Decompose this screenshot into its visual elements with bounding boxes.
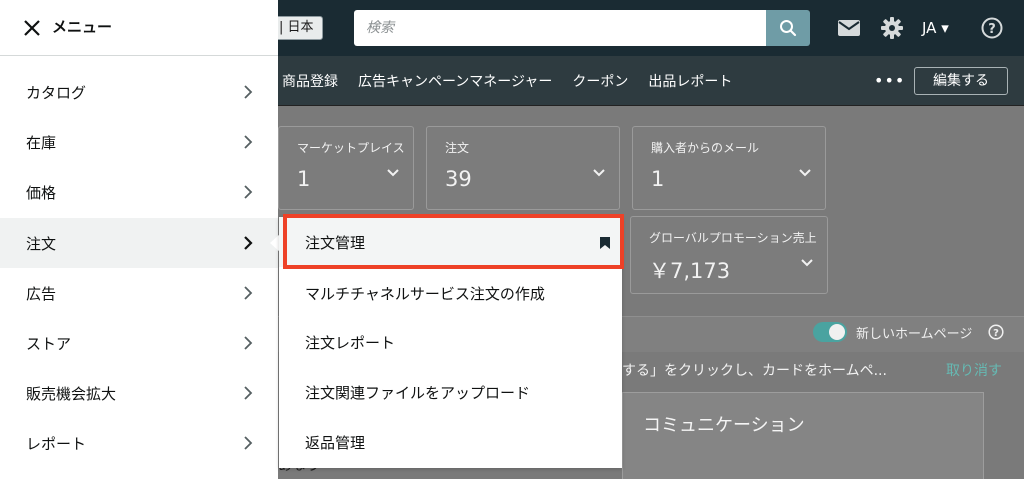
menu-item-label: 価格 xyxy=(26,184,57,202)
search-input[interactable]: 検索 xyxy=(354,10,766,46)
search-icon xyxy=(780,20,797,37)
chevron-right-icon xyxy=(244,85,253,99)
drawer-title: メニュー xyxy=(52,18,113,36)
chevron-down-icon xyxy=(593,169,605,177)
chevron-right-icon xyxy=(244,236,253,250)
card-value: ￥7,173 xyxy=(649,259,731,283)
chevron-right-icon xyxy=(244,386,253,400)
card-orders[interactable]: 注文 39 xyxy=(426,126,620,210)
close-icon xyxy=(24,20,40,36)
svg-text:?: ? xyxy=(993,328,999,339)
chevron-right-icon xyxy=(244,185,253,199)
chevron-right-icon xyxy=(244,135,253,149)
chevron-down-icon xyxy=(387,169,399,177)
submenu-item-label: 注文レポート xyxy=(305,334,396,352)
menu-item-orders[interactable]: 注文 xyxy=(0,218,278,268)
menu-item-label: 広告 xyxy=(26,285,57,303)
card-caption: 購入者からのメール xyxy=(651,141,760,155)
card-value: 1 xyxy=(651,167,665,191)
card-caption: グローバルプロモーション売上 xyxy=(649,231,817,245)
communication-card[interactable]: コミュニケーション xyxy=(622,392,984,479)
edit-button[interactable]: 編集する xyxy=(914,67,1008,95)
menu-item-label: レポート xyxy=(26,435,87,453)
submenu-item-manage-returns[interactable]: 返品管理 xyxy=(279,417,622,467)
new-homepage-label: 新しいホームページ xyxy=(856,327,973,342)
menu-item-inventory[interactable]: 在庫 xyxy=(0,117,278,167)
card-caption: マーケットプレイス xyxy=(297,141,405,155)
menu-item-growth[interactable]: 販売機会拡大 xyxy=(0,368,278,418)
new-homepage-toggle[interactable] xyxy=(813,322,847,342)
chevron-right-icon xyxy=(244,436,253,450)
search-button[interactable] xyxy=(766,10,810,46)
nav-link-coupons[interactable]: クーポン xyxy=(572,71,628,91)
customize-message: する」をクリックし、カードをホームペ... xyxy=(622,363,887,379)
menu-item-label: 注文 xyxy=(26,235,57,253)
menu-item-store[interactable]: ストア xyxy=(0,318,278,368)
highlight-annotation-box xyxy=(283,214,624,269)
card-buyer-messages[interactable]: 購入者からのメール 1 xyxy=(632,126,826,210)
menu-item-catalog[interactable]: カタログ xyxy=(0,67,278,117)
card-value: 39 xyxy=(445,167,472,191)
submenu-item-upload-order-files[interactable]: 注文関連ファイルをアップロード xyxy=(279,367,622,417)
help-button[interactable]: ? xyxy=(981,17,1003,39)
menu-item-label: 在庫 xyxy=(26,134,57,152)
submenu-item-order-reports[interactable]: 注文レポート xyxy=(279,317,622,367)
close-menu-button[interactable] xyxy=(22,18,42,38)
submenu-item-label: 注文関連ファイルをアップロード xyxy=(305,384,531,402)
gear-icon xyxy=(881,17,903,39)
more-menu-button[interactable]: ••• xyxy=(874,71,905,90)
language-selector[interactable]: JA ▾ xyxy=(922,16,949,40)
chevron-right-icon xyxy=(244,286,253,300)
submenu-item-label: マルチチャネルサービス注文の作成 xyxy=(305,285,545,303)
menu-item-label: カタログ xyxy=(26,84,87,102)
submenu-item-create-mcf-order[interactable]: マルチチャネルサービス注文の作成 xyxy=(279,268,622,318)
menu-item-reports[interactable]: レポート xyxy=(0,418,278,468)
menu-item-label: 販売機会拡大 xyxy=(26,385,117,403)
card-global-promotion-sales[interactable]: グローバルプロモーション売上 ￥7,173 xyxy=(630,216,828,294)
chevron-down-icon xyxy=(801,259,813,267)
nav-links: 商品登録 広告キャンペーンマネージャー クーポン 出品レポート xyxy=(282,56,732,106)
mail-icon xyxy=(838,20,860,36)
mail-button[interactable] xyxy=(838,17,860,39)
settings-button[interactable] xyxy=(881,17,903,39)
chevron-down-icon xyxy=(799,169,811,177)
card-value: 1 xyxy=(297,167,311,191)
help-icon[interactable]: ? xyxy=(988,324,1004,340)
drawer-header: メニュー xyxy=(0,0,278,56)
svg-text:?: ? xyxy=(988,22,996,37)
card-caption: 注文 xyxy=(445,141,470,155)
nav-link-product-listing[interactable]: 商品登録 xyxy=(282,71,338,91)
submenu-item-label: 返品管理 xyxy=(305,434,366,452)
communication-title: コミュニケーション xyxy=(643,415,805,436)
undo-link[interactable]: 取り消す xyxy=(946,360,1002,380)
menu-item-advertising[interactable]: 広告 xyxy=(0,268,278,318)
card-marketplace[interactable]: マーケットプレイス 1 xyxy=(278,126,414,210)
menu-drawer: メニュー カタログ 在庫 価格 注文 広告 ストア 販売機会拡大 レポート xyxy=(0,0,278,479)
menu-item-label: ストア xyxy=(26,335,72,353)
help-icon: ? xyxy=(981,17,1003,39)
chevron-right-icon xyxy=(244,336,253,350)
menu-item-pricing[interactable]: 価格 xyxy=(0,167,278,217)
nav-link-ad-campaign-manager[interactable]: 広告キャンペーンマネージャー xyxy=(358,71,552,91)
nav-link-listing-report[interactable]: 出品レポート xyxy=(648,71,732,91)
